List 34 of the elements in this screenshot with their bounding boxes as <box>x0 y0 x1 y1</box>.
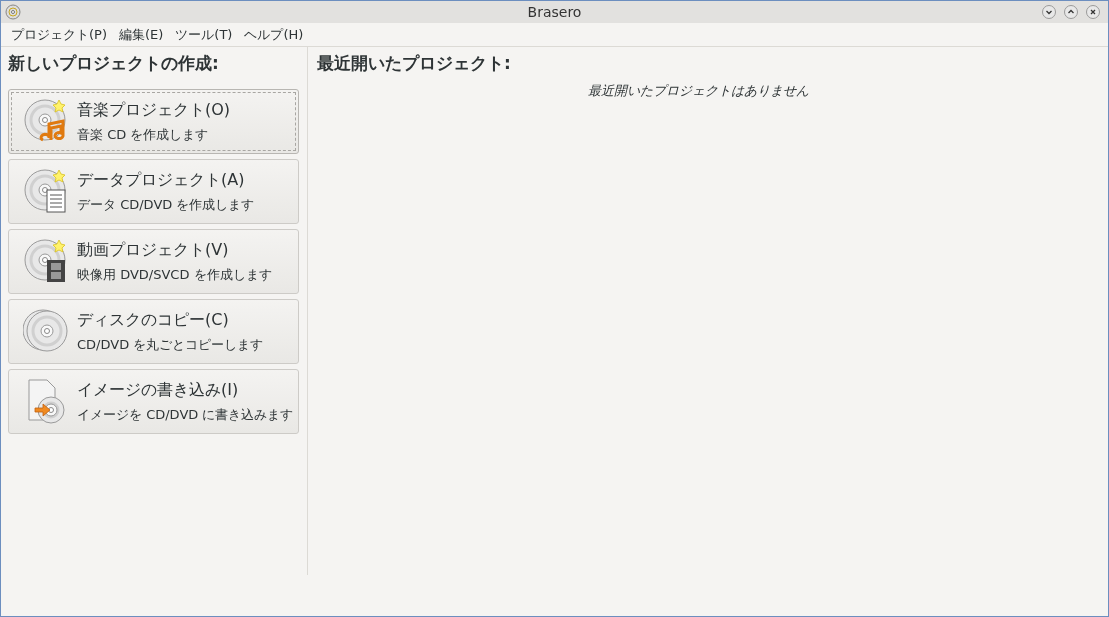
project-title: ディスクのコピー(C) <box>77 308 230 331</box>
empty-recent-message: 最近開いたプロジェクトはありません <box>586 81 810 100</box>
project-button[interactable]: 動画プロジェクト(V) 映像用 DVD/SVCD を作成します <box>8 228 299 294</box>
project-button[interactable]: 音楽プロジェクト(O) 音楽 CD を作成します <box>8 88 299 154</box>
app-disc-icon <box>5 4 21 20</box>
new-project-heading: 新しいプロジェクトの作成: <box>8 52 220 75</box>
project-title: イメージの書き込み(I) <box>77 378 240 401</box>
project-description: CD/DVD を丸ごとコピーします <box>77 335 264 354</box>
disc-film-icon <box>23 238 69 284</box>
chevron-down-icon <box>1045 8 1053 16</box>
menu-item[interactable]: ツール(T) <box>169 24 239 45</box>
project-description: イメージを CD/DVD に書き込みます <box>77 405 294 424</box>
project-title: 音楽プロジェクト(O) <box>77 98 231 121</box>
disc-document-icon <box>23 168 69 214</box>
project-description: 映像用 DVD/SVCD を作成します <box>77 265 272 284</box>
close-icon <box>1089 8 1097 16</box>
menu-item[interactable]: 編集(E) <box>113 24 170 45</box>
project-button[interactable]: イメージの書き込み(I) イメージを CD/DVD に書き込みます <box>8 368 299 434</box>
project-title: データプロジェクト(A) <box>77 168 246 191</box>
disc-music-note-icon <box>23 98 69 144</box>
menu-item[interactable]: プロジェクト(P) <box>5 24 113 45</box>
project-description: 音楽 CD を作成します <box>77 125 210 144</box>
maximize-button[interactable] <box>1064 5 1078 19</box>
project-description: データ CD/DVD を作成します <box>77 195 255 214</box>
close-button[interactable] <box>1086 5 1100 19</box>
minimize-button[interactable] <box>1042 5 1056 19</box>
window-title: Brasero <box>527 2 582 22</box>
chevron-up-icon <box>1067 8 1075 16</box>
discs-icon <box>23 308 69 354</box>
menu-item[interactable]: ヘルプ(H) <box>238 24 310 45</box>
project-button[interactable]: ディスクのコピー(C) CD/DVD を丸ごとコピーします <box>8 298 299 364</box>
project-title: 動画プロジェクト(V) <box>77 238 230 261</box>
recent-projects-heading: 最近開いたプロジェクト: <box>317 52 512 75</box>
project-button[interactable]: データプロジェクト(A) データ CD/DVD を作成します <box>8 158 299 224</box>
